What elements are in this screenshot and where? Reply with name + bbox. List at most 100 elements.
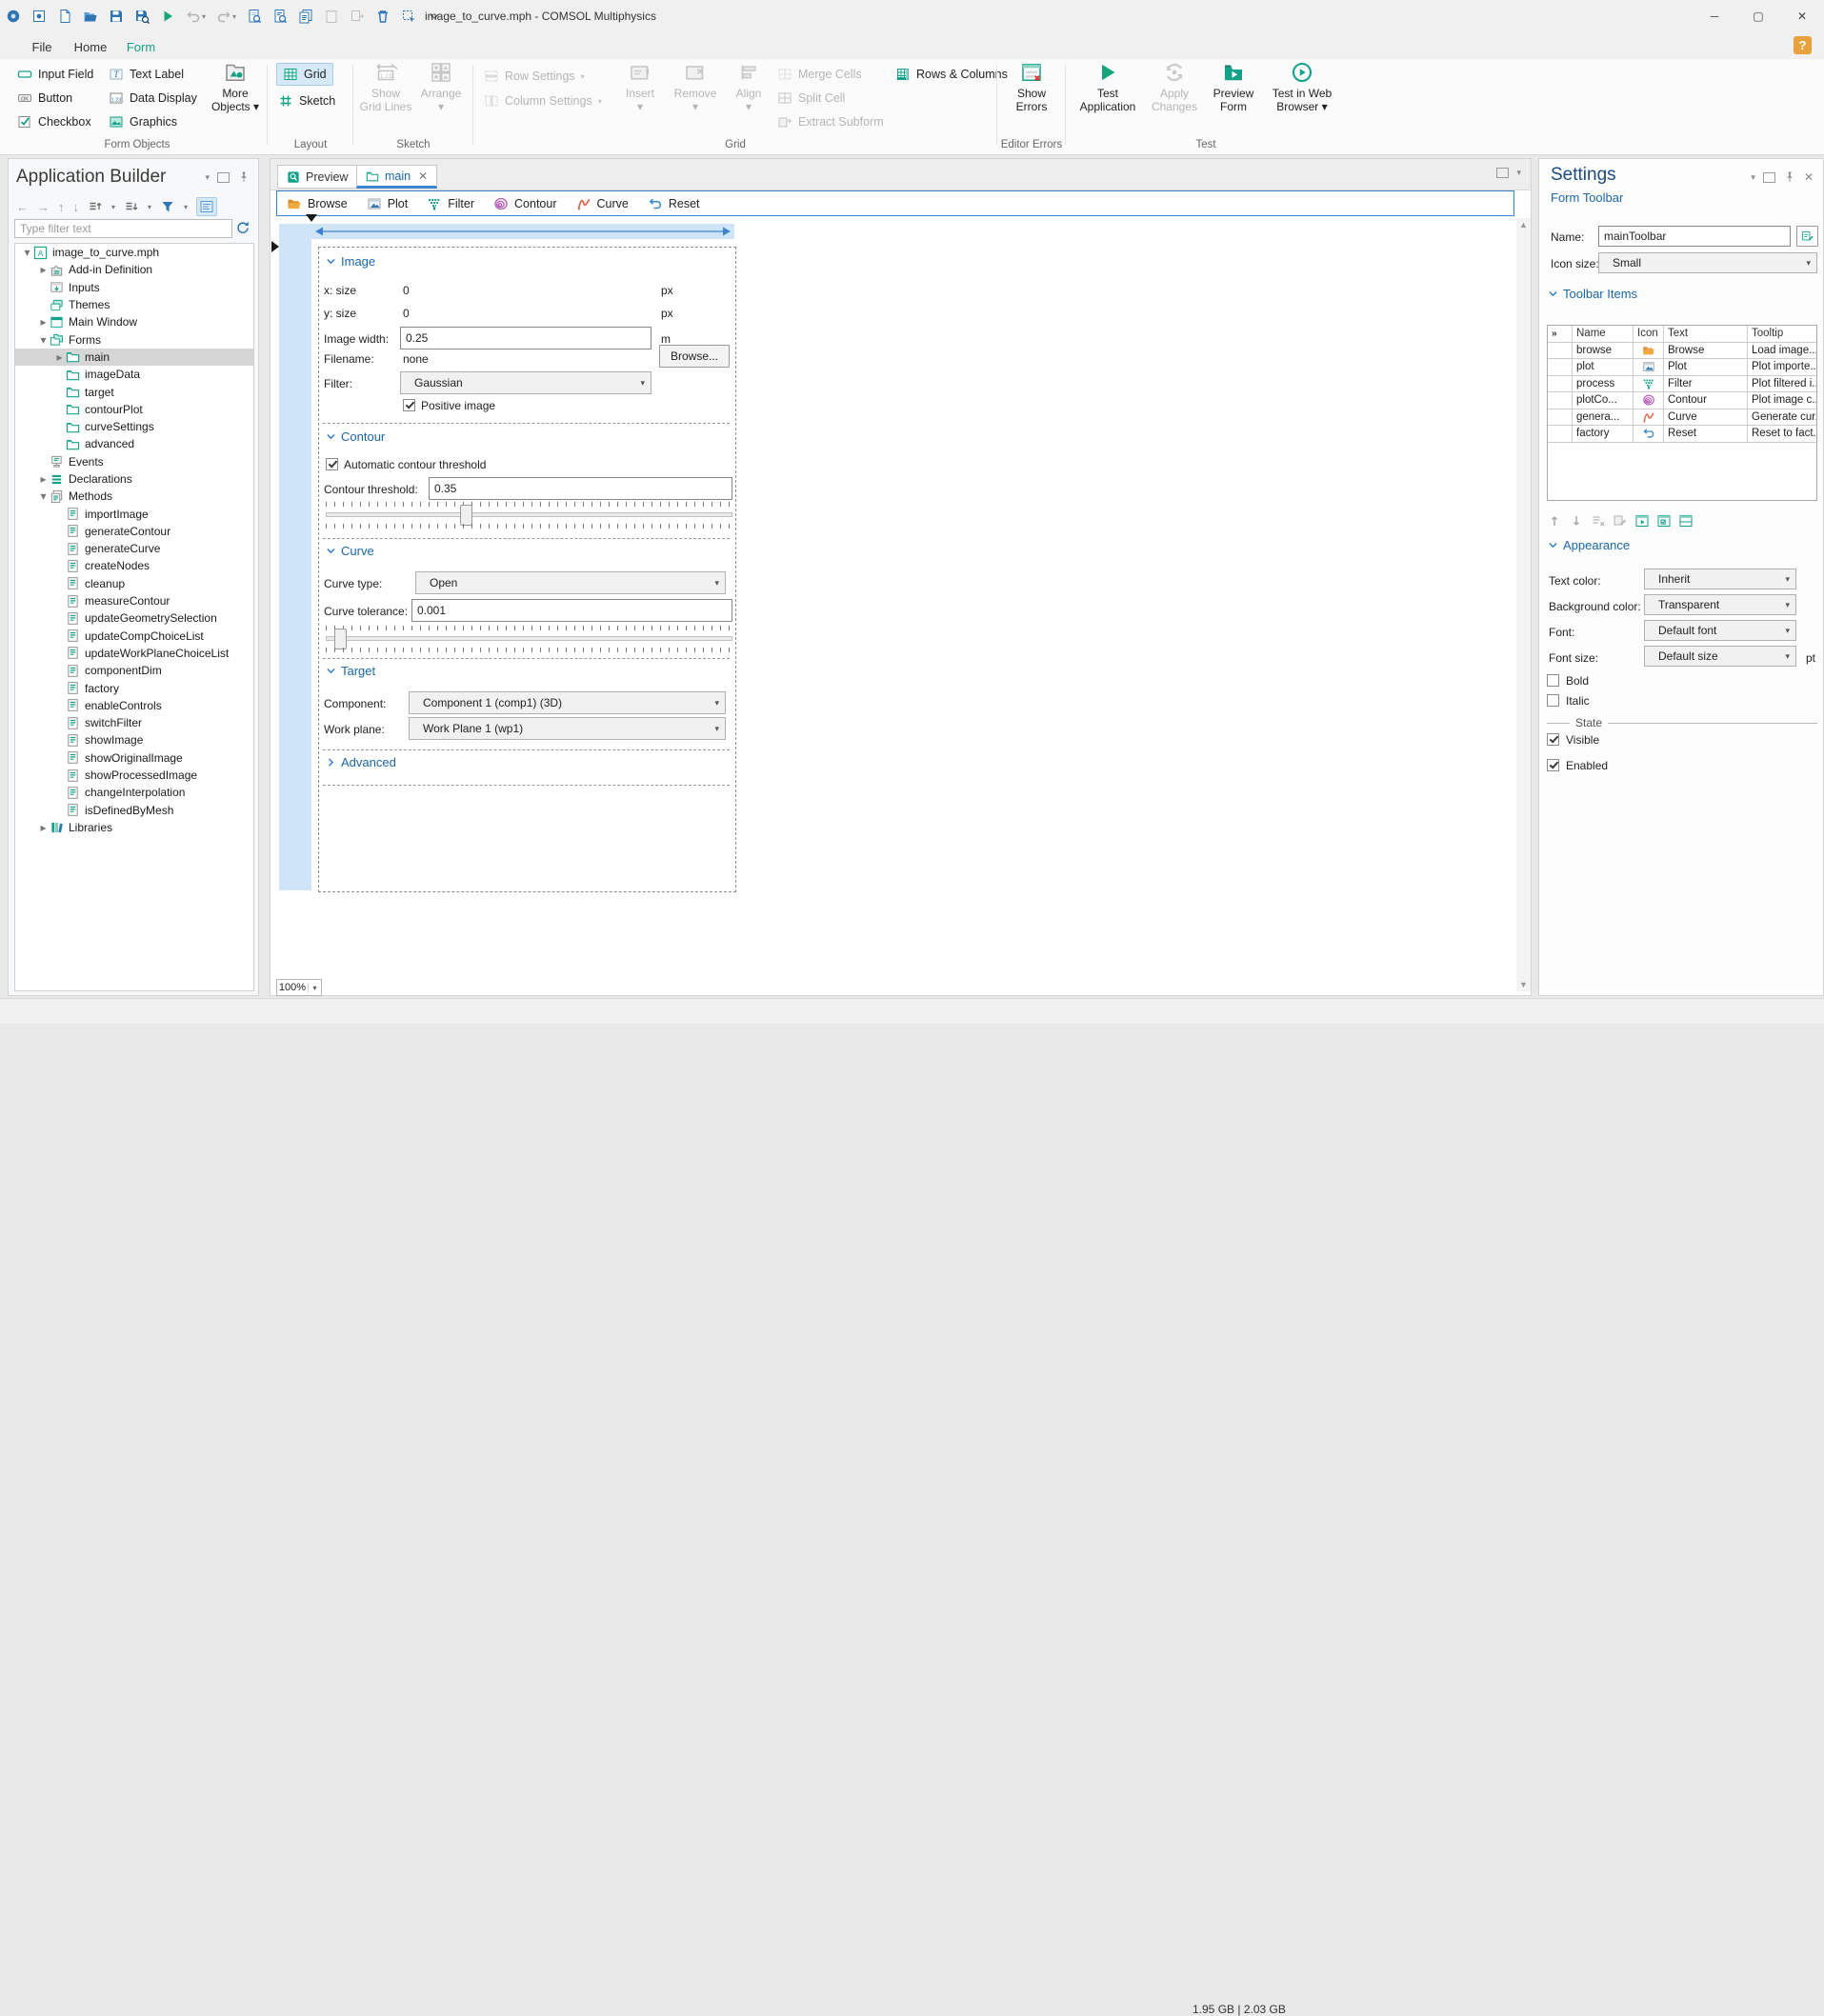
component-select[interactable]: Component 1 (comp1) (3D) ▾ [409,691,726,714]
move-up-icon[interactable]: ↑ [58,200,65,214]
filter-funnel-icon[interactable] [160,199,175,214]
tree-item-forms[interactable]: ▾ Forms [15,330,253,348]
toolbar-items-section-header[interactable]: Toolbar Items [1547,287,1637,301]
rows-columns-button[interactable]: Rows & Columns [895,63,1008,86]
data-display-button[interactable]: 1.23 Data Display [109,87,197,110]
tree-item-image-to-curve-mph[interactable]: ▾ Aimage_to_curve.mph [15,244,253,261]
close-panel-icon[interactable]: ✕ [1804,170,1814,184]
row-handle[interactable] [1548,392,1573,409]
zoom-control[interactable]: 100% ▾ [276,979,322,996]
grid-mode-button[interactable]: Grid [276,63,333,86]
input-field-button[interactable]: Input Field [17,63,93,86]
contour-section-header[interactable]: Contour [325,429,385,444]
text-label-button[interactable]: T Text Label [109,63,184,86]
apply-changes-button[interactable]: Apply Changes [1147,61,1202,114]
item-name-cell[interactable]: browse [1573,342,1634,359]
item-text-cell[interactable]: Curve [1664,409,1748,426]
form-play-button[interactable] [1634,513,1650,529]
more-objects-button[interactable]: More Objects ▾ [208,61,263,114]
row-handle[interactable] [1548,375,1573,392]
help-button[interactable]: ? [1794,36,1812,54]
close-button[interactable]: ✕ [1780,0,1824,32]
item-icon-cell[interactable] [1634,359,1664,376]
plot-toolbar-button[interactable]: Plot [357,191,418,215]
filter-toolbar-button[interactable]: Filter [417,191,484,215]
show-grid-lines-button[interactable]: 1.23 Show Grid Lines [358,61,413,114]
tree-item-libraries[interactable]: ▸ Libraries [15,819,253,836]
reset-toolbar-button[interactable]: Reset [638,191,710,215]
chevron-right-icon[interactable]: ▸ [37,821,50,834]
select-region-button[interactable] [401,9,416,24]
open-button[interactable] [83,9,98,24]
panel-menu-caret-icon[interactable]: ▾ [205,172,210,183]
item-icon-cell[interactable] [1634,342,1664,359]
move-up-button[interactable] [1547,513,1562,529]
grid-row-header[interactable] [279,224,311,890]
tree-item-importimage[interactable]: importImage [15,505,253,522]
tree-item-switchfilter[interactable]: switchFilter [15,714,253,731]
tree-item-factory[interactable]: factory [15,679,253,696]
column-marker-icon[interactable] [306,214,317,222]
column-settings-button[interactable]: Column Settings ▾ [484,90,602,112]
target-section-header[interactable]: Target [325,664,375,678]
tree-item-showoriginalimage[interactable]: showOriginalImage [15,749,253,767]
browse-toolbar-button[interactable]: Browse [277,191,357,215]
item-tooltip-cell[interactable]: Plot image c... [1748,392,1816,409]
expand-all-icon[interactable] [88,199,103,214]
icon-size-select[interactable]: Small ▾ [1598,252,1817,273]
graphics-button[interactable]: Graphics [109,110,177,133]
chevron-down-icon[interactable]: ▾ [21,246,33,259]
advanced-section-header[interactable]: Advanced [325,755,396,769]
tree-item-componentdim[interactable]: componentDim [15,662,253,679]
tree-item-events[interactable]: Events [15,453,253,470]
tree-item-add-in-definition[interactable]: ▸ Add-in Definition [15,261,253,278]
refresh-icon[interactable] [235,219,251,234]
contour-toolbar-button[interactable]: Contour [484,191,566,215]
curve-tolerance-slider[interactable] [326,626,732,652]
duplicate-button[interactable] [350,9,365,24]
item-tooltip-cell[interactable]: Reset to fact... [1748,426,1816,443]
item-icon-cell[interactable] [1634,409,1664,426]
auto-threshold-checkbox[interactable] [326,458,338,470]
undo-button[interactable]: ▾ [186,9,206,24]
item-icon-cell[interactable] [1634,375,1664,392]
tree-item-measurecontour[interactable]: measureContour [15,592,253,609]
redo-button[interactable]: ▾ [216,9,236,24]
item-name-cell[interactable]: process [1573,375,1634,392]
item-text-cell[interactable]: Filter [1664,375,1748,392]
find-doc2-button[interactable] [272,9,288,24]
curve-tolerance-input[interactable]: 0.001 [411,599,732,622]
tree-item-main[interactable]: ▸ main [15,348,253,367]
copy-button[interactable] [298,9,313,24]
extract-subform-button[interactable]: Extract Subform [777,110,884,133]
tree-item-showprocessedimage[interactable]: showProcessedImage [15,767,253,784]
item-tooltip-cell[interactable]: Plot filtered i... [1748,376,1816,392]
item-text-cell[interactable]: Plot [1664,359,1748,376]
find-doc-button[interactable] [247,9,262,24]
tree-item-showimage[interactable]: showImage [15,731,253,749]
tree-item-main-window[interactable]: ▸ Main Window [15,313,253,330]
tree-item-target[interactable]: target [15,383,253,400]
font-size-select[interactable]: Default size ▾ [1644,646,1796,667]
show-errors-button[interactable]: Show Errors [1004,61,1059,114]
slider-track[interactable] [326,512,732,517]
appearance-section-header[interactable]: Appearance [1547,538,1630,552]
text-color-select[interactable]: Inherit ▾ [1644,569,1796,589]
toolbar-items-table[interactable]: » Name Icon Text Tooltip browse Browse Load ima… [1547,325,1817,501]
item-name-cell[interactable]: plot [1573,359,1634,376]
item-tooltip-cell[interactable]: Generate cur... [1748,409,1816,426]
save-button[interactable] [109,9,124,24]
tab-file[interactable]: File [25,34,59,59]
scroll-down-icon[interactable]: ▼ [1519,980,1528,989]
curve-toolbar-button[interactable]: Curve [567,191,638,215]
slider-handle[interactable] [459,505,472,526]
item-name-cell[interactable]: factory [1573,426,1634,443]
tree-item-imagedata[interactable]: imageData [15,366,253,383]
work-plane-select[interactable]: Work Plane 1 (wp1) ▾ [409,717,726,740]
tab-form[interactable]: Form [120,34,162,62]
filter-select[interactable]: Gaussian ▾ [400,371,651,394]
scroll-up-icon[interactable]: ▲ [1519,220,1528,230]
item-icon-cell[interactable] [1634,392,1664,409]
chevron-right-icon[interactable]: ▸ [37,472,50,486]
tab-close-icon[interactable]: ✕ [418,170,428,183]
